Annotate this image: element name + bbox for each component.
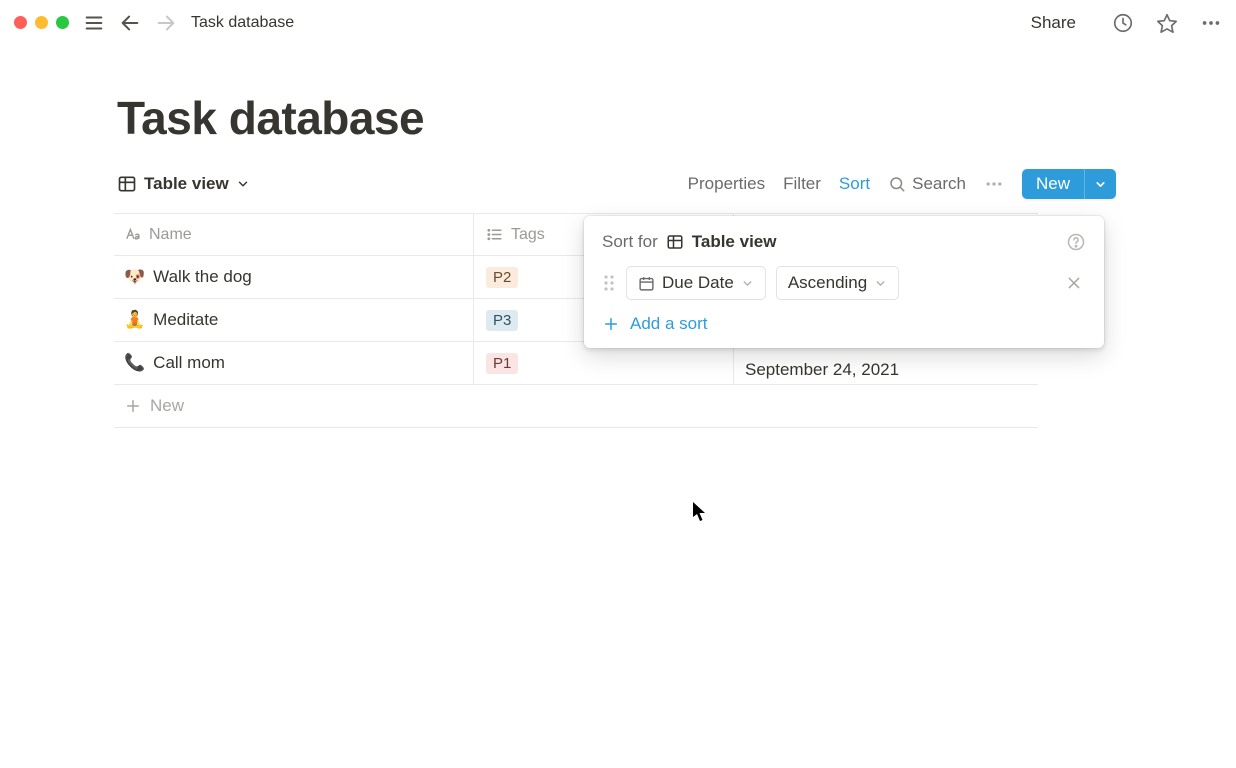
text-property-icon bbox=[124, 226, 141, 243]
search-label: Search bbox=[912, 174, 966, 194]
nav-forward-button bbox=[155, 12, 177, 34]
sort-popover: Sort for Table view Due Date Ascending A… bbox=[584, 216, 1104, 348]
add-row-button[interactable]: New bbox=[114, 385, 1038, 428]
remove-sort-button[interactable] bbox=[1062, 275, 1086, 291]
row-title: Call mom bbox=[153, 353, 225, 373]
sort-direction-label: Ascending bbox=[788, 273, 867, 293]
updates-clock-icon[interactable] bbox=[1112, 12, 1134, 34]
add-sort-button[interactable]: Add a sort bbox=[602, 314, 1086, 334]
minimize-window-icon[interactable] bbox=[35, 16, 48, 29]
close-window-icon[interactable] bbox=[14, 16, 27, 29]
plus-icon bbox=[602, 315, 620, 333]
help-icon[interactable] bbox=[1066, 232, 1086, 252]
drag-handle-icon[interactable] bbox=[602, 274, 616, 292]
menu-icon[interactable] bbox=[83, 12, 105, 34]
chevron-down-icon bbox=[874, 277, 887, 290]
multiselect-property-icon bbox=[486, 226, 503, 243]
tag-badge: P2 bbox=[486, 267, 518, 288]
sort-field-select[interactable]: Due Date bbox=[626, 266, 766, 300]
sort-field-label: Due Date bbox=[662, 273, 734, 293]
view-switcher[interactable]: Table view bbox=[117, 174, 250, 194]
calendar-icon bbox=[638, 275, 655, 292]
close-icon bbox=[1066, 275, 1082, 291]
tag-badge: P3 bbox=[486, 310, 518, 331]
table-row[interactable]: 📞 Call mom P1 bbox=[114, 342, 1038, 385]
column-header-name[interactable]: Name bbox=[114, 214, 474, 255]
more-menu-icon[interactable] bbox=[1200, 12, 1222, 34]
add-row-label: New bbox=[150, 396, 184, 416]
chevron-down-icon bbox=[741, 277, 754, 290]
column-header-name-label: Name bbox=[149, 226, 192, 244]
chevron-down-icon bbox=[236, 177, 250, 191]
fullscreen-window-icon[interactable] bbox=[56, 16, 69, 29]
window-controls[interactable] bbox=[14, 16, 69, 29]
view-switcher-label: Table view bbox=[144, 174, 229, 194]
plus-icon bbox=[124, 397, 142, 415]
row-title: Meditate bbox=[153, 310, 218, 330]
page-title[interactable]: Task database bbox=[117, 91, 1236, 145]
breadcrumb[interactable]: Task database bbox=[191, 14, 294, 32]
properties-button[interactable]: Properties bbox=[688, 174, 765, 194]
table-icon bbox=[666, 233, 684, 251]
sort-for-label: Sort for bbox=[602, 232, 658, 252]
share-button[interactable]: Share bbox=[1031, 13, 1076, 33]
row-emoji: 🐶 bbox=[124, 267, 145, 287]
add-sort-label: Add a sort bbox=[630, 314, 708, 334]
sort-view-name: Table view bbox=[692, 232, 777, 252]
column-header-tags-label: Tags bbox=[511, 226, 545, 244]
favorite-star-icon[interactable] bbox=[1156, 12, 1178, 34]
sort-button[interactable]: Sort bbox=[839, 174, 870, 194]
nav-back-button[interactable] bbox=[119, 12, 141, 34]
search-button[interactable]: Search bbox=[888, 174, 966, 194]
row-emoji: 📞 bbox=[124, 353, 145, 373]
row-title: Walk the dog bbox=[153, 267, 252, 287]
search-icon bbox=[888, 175, 906, 193]
new-record-label: New bbox=[1022, 169, 1084, 199]
cursor-icon bbox=[693, 502, 707, 522]
new-record-dropdown[interactable] bbox=[1084, 169, 1116, 199]
filter-button[interactable]: Filter bbox=[783, 174, 821, 194]
chevron-down-icon bbox=[1094, 178, 1107, 191]
tag-badge: P1 bbox=[486, 353, 518, 374]
more-options-icon[interactable] bbox=[984, 174, 1004, 194]
row-emoji: 🧘 bbox=[124, 310, 145, 330]
new-record-button[interactable]: New bbox=[1022, 169, 1116, 199]
sort-direction-select[interactable]: Ascending bbox=[776, 266, 899, 300]
